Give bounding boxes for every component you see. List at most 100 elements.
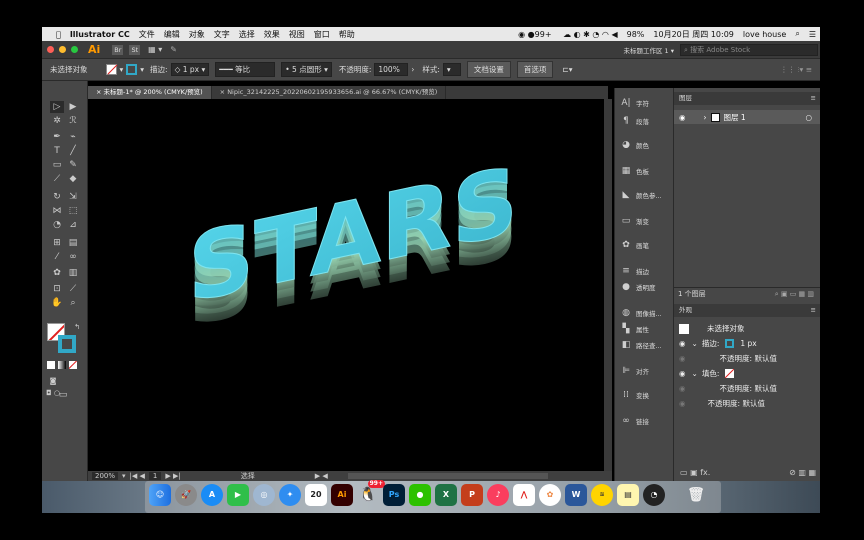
color-mode-button[interactable] [47,361,55,369]
fill-swatch[interactable] [105,64,117,75]
battery-text[interactable]: 98% [627,30,645,39]
menu-object[interactable]: 对象 [189,29,205,40]
status-arrow-icon[interactable]: ▶ ◀ [315,472,328,480]
layer-target-icon[interactable]: ○ [805,113,812,122]
launchpad-icon[interactable]: 🚀 [175,484,197,506]
stroke-dropdown-icon[interactable]: ▾ [140,65,144,74]
eraser-tool-icon[interactable]: ◆ [66,173,80,185]
artboard-number[interactable]: 1 [148,472,162,480]
panel-color-guide[interactable]: ◣ 颜色参... [619,188,675,202]
stock-button[interactable]: St [129,44,141,55]
artboard-tool-icon[interactable]: ⊡ [50,283,64,295]
panel-stroke[interactable]: ≡ 描边 [619,264,675,278]
expand-icon[interactable]: ⌄ [692,369,698,378]
mesh-tool-icon[interactable]: ⊞ [50,237,64,249]
opacity-expand-icon[interactable]: › [411,65,414,74]
panel-brushes[interactable]: ✿ 画笔 [619,238,675,252]
quicktime-icon[interactable]: ◔ [643,484,665,506]
menu-select[interactable]: 选择 [239,29,255,40]
appearance-fill-opacity-row[interactable]: ◉ 不透明度: 默认值 [674,381,820,396]
vertical-scrollbar[interactable] [604,99,612,471]
menu-help[interactable]: 帮助 [339,29,355,40]
app-menu[interactable]: Illustrator CC [70,30,130,39]
style-label[interactable]: 样式: [422,64,440,75]
stroke-color-box[interactable] [58,335,76,353]
hand-tool-icon[interactable]: ✋ [50,297,64,309]
stroke-weight-field[interactable]: ◇ 1 px ▾ [170,63,210,76]
fill-swatch[interactable] [725,369,735,378]
arrange-icon[interactable]: ⋮⋮ ⫶▾ ≡ [780,65,812,75]
symbol-sprayer-tool-icon[interactable]: ✿ [50,267,64,279]
excel-icon[interactable]: X [435,484,457,506]
rotate-tool-icon[interactable]: ↻ [50,191,64,203]
stroke-swatch[interactable] [725,339,735,348]
zoom-tool-icon[interactable]: ⌕ [66,297,80,309]
line-tool-icon[interactable]: ╱ [66,145,80,157]
close-window-button[interactable] [47,46,54,53]
menu-view[interactable]: 视图 [289,29,305,40]
fill-dropdown-icon[interactable]: ▾ [120,65,124,74]
visibility-eye-icon[interactable]: ◉ [679,399,686,408]
appearance-stroke-row[interactable]: ◉ ⌄ 描边: 1 px [674,336,820,351]
stars-3d-artwork[interactable]: STARS STARS STARS STARS [88,99,604,471]
zoom-field[interactable]: 200% [92,472,119,480]
control-center-icon[interactable]: ☰ [809,30,816,39]
lasso-tool-icon[interactable]: ℛ [66,115,80,127]
visibility-eye-icon[interactable]: ◉ [679,354,686,363]
panel-character[interactable]: A| 字符 [619,96,675,110]
horizontal-scrollbar[interactable] [347,473,548,479]
minimize-window-button[interactable] [59,46,66,53]
layers-footer-icons[interactable]: ⌕ ▣ ▭ ▦ ▥ [775,288,814,300]
photoshop-icon[interactable]: Ps [383,484,405,506]
layer-name[interactable]: 图层 1 [724,112,746,123]
user-name[interactable]: love house [743,30,786,39]
status-icons[interactable]: ◉ ●99+ ☁ ◐ ✱ ◔ ◠ ◀ [518,30,617,39]
panel-pathfinder[interactable]: ◧ 路径查... [619,338,675,352]
word-icon[interactable]: W [565,484,587,506]
panel-image-trace[interactable]: ◍ 图像描... [619,306,675,320]
trash-icon[interactable]: 🗑 [685,484,707,506]
tab-untitled[interactable]: × 未标题-1* @ 200% (CMYK/预览) [88,86,212,99]
artboard-nav-next-icons[interactable]: ▶ ▶| [165,472,180,480]
panel-transparency[interactable]: ● 透明度 [619,280,675,294]
arrange-documents-icon[interactable]: ▦ ▾ [148,45,162,54]
datetime[interactable]: 10月20日 周四 10:09 [653,29,734,40]
facetime-icon[interactable]: ▶ [227,484,249,506]
visibility-eye-icon[interactable]: ◉ [679,384,686,393]
panel-paragraph[interactable]: ¶ 段落 [619,114,675,128]
panel-gradient[interactable]: ▭ 渐变 [619,214,675,228]
width-tool-icon[interactable]: ⋈ [50,205,64,217]
panel-menu-icon[interactable]: ≡ [811,92,816,105]
spotlight-icon[interactable]: ⌕ [795,29,799,39]
artboard-canvas[interactable]: STARS STARS STARS STARS [88,99,604,471]
panel-attributes[interactable]: ▚ 属性 [619,322,675,336]
close-tab-icon[interactable]: × [96,88,104,96]
shaper-tool-icon[interactable]: ⟋ [50,173,64,185]
align-icon[interactable]: ⊏▾ [562,65,572,74]
stroke-label[interactable]: 描边: [150,64,168,75]
appearance-object-opacity-row[interactable]: ◉ 不透明度: 默认值 [674,396,820,411]
shape-builder-tool-icon[interactable]: ◔ [50,219,64,231]
appearance-stroke-value[interactable]: 1 px [740,339,756,348]
visibility-eye-icon[interactable]: ◉ [679,113,686,122]
menu-type[interactable]: 文字 [214,29,230,40]
brush-definition[interactable]: • 5 点圆形 ▾ [281,62,332,77]
column-graph-tool-icon[interactable]: ▥ [66,267,80,279]
variable-width-profile[interactable]: ━━━ 等比 [215,62,276,77]
workspace-switcher[interactable]: 未标题工作区 1 ▾ [623,45,674,55]
appearance-stroke-opacity-row[interactable]: ◉ 不透明度: 默认值 [674,351,820,366]
screen-mode-icon[interactable]: ▭ [56,389,70,401]
panel-links[interactable]: ∞ 链接 [619,414,675,428]
appearance-opacity-link[interactable]: 不透明度: 默认值 [708,398,765,409]
appearance-panel-header[interactable]: 外观 ≡ [674,304,820,317]
stroke-swatch[interactable] [126,64,138,75]
appstore-icon[interactable]: A [201,484,223,506]
finder-search-icon[interactable]: ◎ [253,484,275,506]
curvature-tool-icon[interactable]: ⌁ [66,131,80,143]
magic-wand-tool-icon[interactable]: ✲ [50,115,64,127]
opacity-field[interactable]: 100% [374,63,409,76]
layers-panel-header[interactable]: 图层 ≡ [674,92,820,105]
document-setup-button[interactable]: 文档设置 [466,61,511,78]
none-mode-button[interactable] [69,361,77,369]
gpu-icon[interactable]: ✎ [170,45,177,54]
